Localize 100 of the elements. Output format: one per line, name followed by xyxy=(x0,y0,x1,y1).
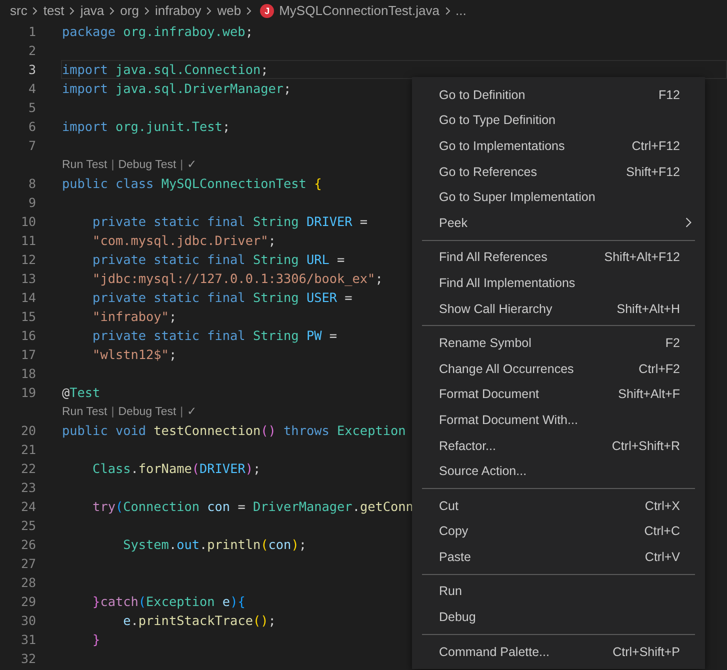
line-number: 12 xyxy=(20,252,36,267)
java-file-icon: J xyxy=(260,4,274,18)
menu-item[interactable]: Run xyxy=(412,578,705,604)
codelens-link[interactable]: Run Test xyxy=(62,404,108,418)
line-number: 2 xyxy=(27,43,36,58)
line-number: 20 xyxy=(20,423,36,438)
menu-item[interactable]: Go to Definition F12 xyxy=(412,82,705,108)
menu-item[interactable]: Find All Implementations xyxy=(412,270,705,296)
menu-item[interactable]: Go to Implementations Ctrl+F12 xyxy=(412,133,705,159)
line-number: 22 xyxy=(20,461,36,476)
code-line: e.printStackTrace(); xyxy=(122,612,276,629)
line-number: 32 xyxy=(20,651,36,666)
code-line: }catch(Exception e){ xyxy=(92,593,246,610)
code-line: public class MySQLConnectionTest { xyxy=(62,175,322,192)
code-line: @Test xyxy=(62,384,100,401)
menu-item[interactable]: Change All Occurrences Ctrl+F2 xyxy=(412,356,705,382)
line-number: 27 xyxy=(20,556,36,571)
code-line: System.out.println(con); xyxy=(122,536,306,553)
codelens-link[interactable]: ✓ xyxy=(187,158,198,172)
line-number: 29 xyxy=(20,594,36,609)
menu-item[interactable]: Peek xyxy=(412,210,705,236)
code-line: import java.sql.Connection; xyxy=(62,61,268,78)
menu-item[interactable]: Go to Super Implementation xyxy=(412,184,705,210)
line-number: 1 xyxy=(27,24,36,39)
code-line: try(Connection con = DriverManager.getConn xyxy=(92,498,414,515)
breadcrumb-item[interactable]: MySQLConnectionTest.java xyxy=(279,3,440,19)
line-number: 30 xyxy=(20,613,36,628)
code-line: public void testConnection() throws Exception xyxy=(62,422,406,439)
breadcrumb-item[interactable]: web xyxy=(217,3,242,19)
breadcrumb-item[interactable]: test xyxy=(43,3,64,19)
line-number: 9 xyxy=(27,195,36,210)
codelens-link[interactable]: Run Test xyxy=(62,158,108,172)
codelens-separator: | xyxy=(180,404,184,418)
line-number: 31 xyxy=(20,632,36,647)
line-number: 3 xyxy=(27,62,36,77)
codelens-separator: | xyxy=(111,158,114,172)
code-line: "infraboy"; xyxy=(92,308,177,325)
chevron-right-icon xyxy=(144,6,150,16)
menu-item[interactable]: Go to References Shift+F12 xyxy=(412,158,705,184)
menu-item[interactable]: Go to Type Definition xyxy=(412,108,705,134)
line-number: 4 xyxy=(27,81,36,96)
menu-item[interactable]: Cut Ctrl+X xyxy=(412,492,705,518)
menu-item[interactable]: Source Action... xyxy=(412,458,705,484)
codelens-separator: | xyxy=(111,404,114,418)
code-line: "jdbc:mysql://127.0.0.1:3306/book_ex"; xyxy=(92,270,383,287)
chevron-right-icon xyxy=(69,6,76,16)
codelens-separator: | xyxy=(180,158,184,172)
chevron-right-icon xyxy=(206,6,212,16)
line-number: 15 xyxy=(20,309,36,324)
line-number: 25 xyxy=(20,518,36,533)
codelens-link[interactable]: ✓ xyxy=(187,404,198,418)
menu-item[interactable]: Format Document Shift+Alt+F xyxy=(412,382,705,408)
breadcrumb-item[interactable]: java xyxy=(80,3,104,19)
code-line: private static final String DRIVER = xyxy=(92,213,368,230)
code-line: "wlstn12$"; xyxy=(92,346,177,363)
chevron-right-icon xyxy=(109,6,116,16)
codelens-link[interactable]: Debug Test xyxy=(118,404,176,418)
line-number: 11 xyxy=(20,233,36,248)
line-number: 14 xyxy=(20,290,36,305)
code-line: private static final String URL = xyxy=(92,251,345,268)
menu-item[interactable]: Debug xyxy=(412,604,705,630)
line-number: 24 xyxy=(20,499,36,514)
chevron-right-icon xyxy=(246,6,252,16)
line-number: 19 xyxy=(20,385,36,400)
breadcrumb-item[interactable]: src xyxy=(10,3,28,19)
line-number: 6 xyxy=(27,119,36,134)
chevron-right-icon xyxy=(444,6,450,16)
code-line: private static final String PW = xyxy=(92,327,338,344)
code-line: package org.infraboy.web; xyxy=(62,23,253,40)
code-line: import java.sql.DriverManager; xyxy=(62,80,292,97)
line-number: 23 xyxy=(20,480,36,495)
code-line: } xyxy=(92,631,100,648)
submenu-chevron-icon xyxy=(685,216,692,228)
breadcrumb-item[interactable]: ... xyxy=(456,3,466,19)
menu-item[interactable]: Show Call Hierarchy Shift+Alt+H xyxy=(412,296,705,322)
line-number: 21 xyxy=(20,442,36,457)
line-number: 17 xyxy=(20,347,36,362)
line-number: 26 xyxy=(20,537,36,552)
code-line: Class.forName(DRIVER); xyxy=(92,460,261,477)
line-number: 8 xyxy=(27,176,36,191)
menu-item[interactable]: Refactor... Ctrl+Shift+R xyxy=(412,432,705,458)
menu-item[interactable]: Paste Ctrl+V xyxy=(412,544,705,570)
menu-item[interactable]: Command Palette... Ctrl+Shift+P xyxy=(412,638,705,664)
code-line: import org.junit.Test; xyxy=(62,118,230,135)
line-number: 18 xyxy=(20,366,36,381)
code-line: private static final String USER = xyxy=(92,289,352,306)
line-number: 5 xyxy=(27,100,36,115)
breadcrumb-item[interactable]: org xyxy=(120,3,139,19)
line-number: 10 xyxy=(20,214,36,229)
menu-item[interactable]: Find All References Shift+Alt+F12 xyxy=(412,244,705,270)
line-number: 7 xyxy=(27,138,36,153)
breadcrumb-item[interactable]: infraboy xyxy=(154,3,202,19)
line-number: 16 xyxy=(20,328,36,343)
codelens-link[interactable]: Debug Test xyxy=(118,158,176,172)
menu-item[interactable]: Copy Ctrl+C xyxy=(412,518,705,544)
line-number: 28 xyxy=(20,575,36,590)
line-number: 13 xyxy=(20,271,36,286)
chevron-right-icon xyxy=(32,6,38,16)
menu-item[interactable]: Rename Symbol F2 xyxy=(412,330,705,356)
menu-item[interactable]: Format Document With... xyxy=(412,407,705,433)
